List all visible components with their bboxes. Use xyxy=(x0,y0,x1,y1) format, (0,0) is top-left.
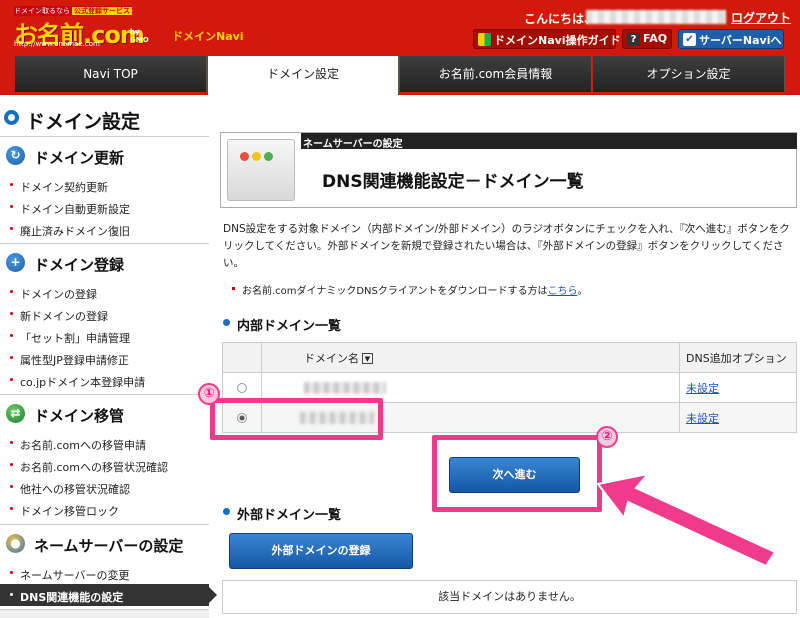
sidebar-item-new-domain[interactable]: 新ドメインの登録 xyxy=(0,303,209,325)
sidebar-item-auto-renewal[interactable]: ドメイン自動更新設定 xyxy=(0,196,209,218)
user-name-redacted xyxy=(586,10,726,24)
logout-link[interactable]: ログアウト xyxy=(731,9,791,26)
sidebar-item-cojp[interactable]: co.jpドメイン本登録申請 xyxy=(0,369,209,391)
tab-member-info[interactable]: お名前.com会員情報 xyxy=(400,56,592,92)
highlight-box-2 xyxy=(432,435,602,512)
sidebar-section-renewal: ↻ ドメイン更新 xyxy=(0,136,209,172)
sort-down-icon[interactable]: ▼ xyxy=(362,353,373,364)
tab-domain-settings[interactable]: ドメイン設定 xyxy=(208,56,399,95)
external-domain-heading: 外部ドメイン一覧 xyxy=(222,504,341,523)
sidebar: ↻ ドメイン更新 ドメイン契約更新 ドメイン自動更新設定 廃止済みドメイン復旧 … xyxy=(0,132,217,618)
plus-icon: + xyxy=(6,253,25,272)
card-title: DNS関連機能設定－ドメイン一覧 xyxy=(322,172,584,192)
sidebar-item-transfer-apply[interactable]: お名前.comへの移管申請 xyxy=(0,432,209,454)
server-navi-button[interactable]: ✔ サーバーNaviへ xyxy=(678,29,784,49)
site-header: ドメイン取るなら 公式登録サービス お名前.com by GMO http://w… xyxy=(0,0,800,95)
onamae-logo[interactable]: ドメイン取るなら 公式登録サービス お名前.com by GMO http://w… xyxy=(14,6,149,49)
faq-button[interactable]: ? FAQ xyxy=(622,29,672,49)
ddns-note: お名前.comダイナミックDNSクライアントをダウンロードする方はこちら。 xyxy=(231,282,587,297)
register-external-domain-button[interactable]: 外部ドメインの登録 xyxy=(229,533,413,569)
users-icon: ● xyxy=(6,534,25,553)
card-section-label: ネームサーバーの設定 xyxy=(301,133,797,150)
page-title: ドメイン設定 xyxy=(4,107,140,134)
main-nav-tabs: Navi TOP ドメイン設定 お名前.com会員情報 オプション設定 xyxy=(15,56,785,95)
sidebar-item-domain-register[interactable]: ドメインの登録 xyxy=(0,281,209,303)
question-icon: ? xyxy=(627,33,640,46)
sidebar-item-transfer-status[interactable]: お名前.comへの移管状況確認 xyxy=(0,454,209,476)
sidebar-item-restore[interactable]: 廃止済みドメイン復旧 xyxy=(0,218,209,240)
domain-radio-1[interactable] xyxy=(237,383,247,393)
sidebar-item-jp-fix[interactable]: 属性型JP登録申請修正 xyxy=(0,347,209,369)
header-radio-col xyxy=(222,342,262,373)
logo-gmo: by GMO xyxy=(130,28,149,44)
window-icon xyxy=(227,139,295,201)
sidebar-item-set-discount[interactable]: 「セット割」申請管理 xyxy=(0,325,209,347)
ddns-download-link[interactable]: こちら xyxy=(547,286,577,297)
navi-name: ドメインNavi xyxy=(172,30,244,43)
title-bullet-icon xyxy=(4,110,19,125)
domain-name-redacted xyxy=(304,382,386,394)
server-check-icon: ✔ xyxy=(683,33,696,46)
pointer-arrow-icon xyxy=(596,472,777,568)
sidebar-item-renewal-contract[interactable]: ドメイン契約更新 xyxy=(0,174,209,196)
refresh-icon: ↻ xyxy=(6,146,25,165)
sidebar-section-register: + ドメイン登録 xyxy=(0,243,209,279)
sidebar-section-transfer: ⇄ ドメイン移管 xyxy=(0,394,209,430)
highlight-box-1 xyxy=(210,398,383,440)
tab-navi-top[interactable]: Navi TOP xyxy=(15,56,207,92)
sidebar-item-nameserver-change[interactable]: ネームサーバーの変更 xyxy=(0,562,209,584)
empty-message: 該当ドメインはありません。 xyxy=(222,580,797,614)
sidebar-item-outgoing-status[interactable]: 他社への移管状況確認 xyxy=(0,476,209,498)
header-dns-option: DNS追加オプション xyxy=(679,342,797,373)
logo-url: http://www.onamae.com xyxy=(14,40,100,48)
sidebar-section-nameserver: ● ネームサーバーの設定 xyxy=(0,524,209,560)
instruction-text: DNS設定をする対象ドメイン（内部ドメイン/外部ドメイン）のラジオボタンにチェッ… xyxy=(223,223,790,269)
guide-button[interactable]: ドメインNavi操作ガイド xyxy=(473,29,621,49)
dns-option-link-2[interactable]: 未設定 xyxy=(686,412,719,425)
transfer-icon: ⇄ xyxy=(6,404,25,423)
beginner-mark-icon xyxy=(478,33,491,46)
page-header-card: ネームサーバーの設定 DNS関連機能設定－ドメイン一覧 xyxy=(220,132,797,208)
internal-domain-heading: 内部ドメイン一覧 xyxy=(222,315,341,334)
tab-option-settings[interactable]: オプション設定 xyxy=(593,56,785,92)
sidebar-next-section-edge xyxy=(0,609,209,618)
step-marker-1: ① xyxy=(198,383,220,405)
step-marker-2: ② xyxy=(596,426,618,448)
dns-option-link-1[interactable]: 未設定 xyxy=(686,382,719,395)
header-domain-name[interactable]: ドメイン名 ▼ xyxy=(261,342,680,373)
sidebar-item-dns-settings[interactable]: DNS関連機能の設定 xyxy=(0,584,217,606)
table-header-row: ドメイン名 ▼ DNS追加オプション xyxy=(222,342,797,373)
sidebar-item-transfer-lock[interactable]: ドメイン移管ロック xyxy=(0,498,209,520)
